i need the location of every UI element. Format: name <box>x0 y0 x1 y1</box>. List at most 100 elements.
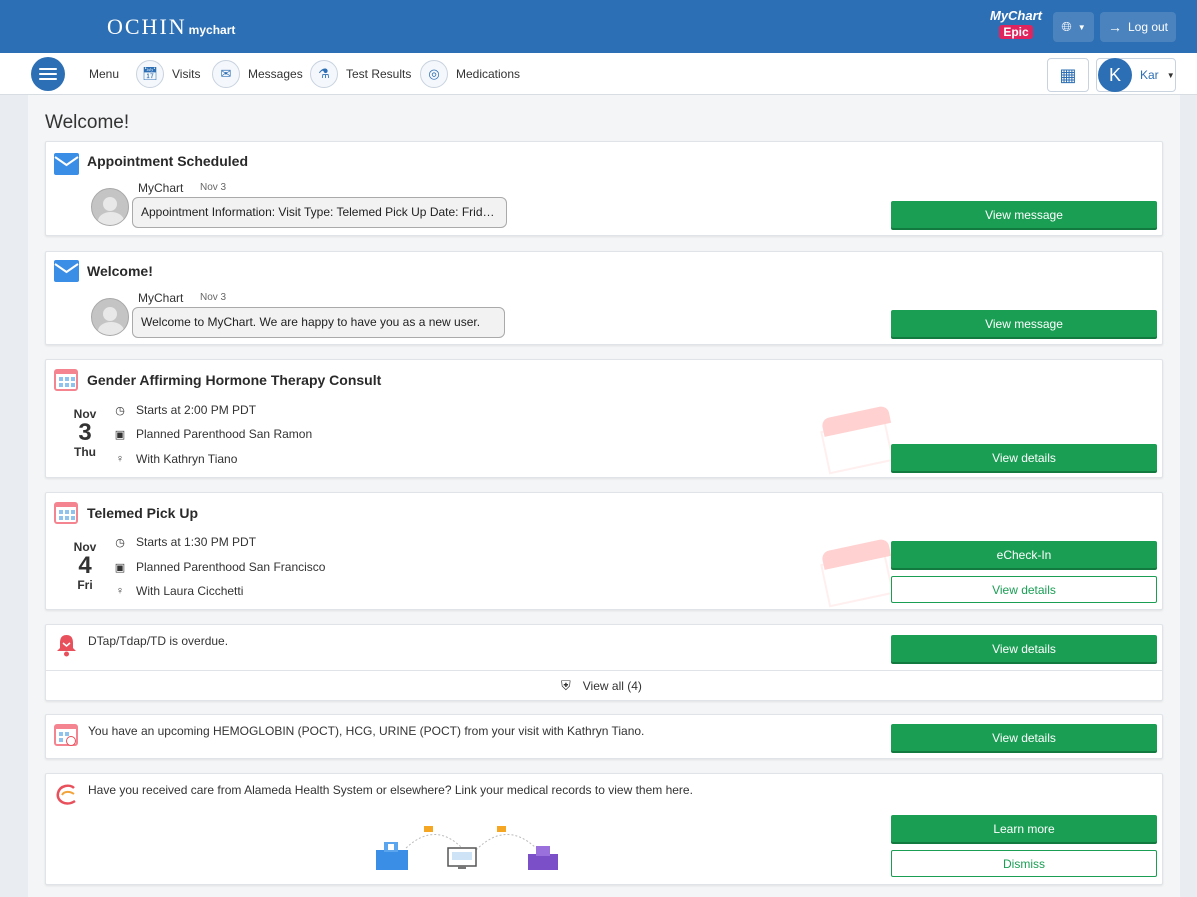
user-menu-button[interactable]: K Kar ▼ <box>1096 58 1176 92</box>
sender-avatar <box>91 188 129 226</box>
view-message-button[interactable]: View message <box>891 201 1157 228</box>
card-title: Gender Affirming Hormone Therapy Consult <box>87 372 382 388</box>
visit-location: ▣ Planned Parenthood San Francisco <box>114 560 326 574</box>
message-date: Nov 3 <box>200 292 227 303</box>
nav-bar: Menu 📅︎ Visits ✉︎ Messages ⚗︎ Test Resul… <box>0 53 1197 95</box>
view-all-label: View all (4) <box>582 679 642 693</box>
menu-label: Menu <box>89 67 120 81</box>
nav-messages[interactable]: ✉︎ Messages <box>212 59 303 89</box>
visit-provider-text: With Kathryn Tiano <box>136 452 238 466</box>
visit-time: ◷ Starts at 1:30 PM PDT <box>114 535 256 549</box>
visit-time: ◷ Starts at 2:00 PM PDT <box>114 403 256 417</box>
pill-icon: ◎ <box>420 60 448 88</box>
nav-medications[interactable]: ◎ Medications <box>420 59 520 89</box>
menu-button[interactable]: Menu <box>31 57 120 91</box>
user-avatar: K <box>1098 58 1132 92</box>
calendar-watermark-icon <box>820 405 894 475</box>
visit-provider: ♀︎ With Kathryn Tiano <box>114 452 238 466</box>
logout-icon: → <box>1107 19 1122 35</box>
visit-date: Nov 4 Fri <box>68 540 102 592</box>
nav-visits-label: Visits <box>172 67 201 81</box>
view-details-button[interactable]: View details <box>891 724 1157 751</box>
user-name: Kar <box>1140 68 1159 82</box>
nav-medications-label: Medications <box>456 67 521 81</box>
echeck-in-button[interactable]: eCheck-In <box>891 541 1157 568</box>
visit-location-text: Planned Parenthood San Ramon <box>136 427 313 441</box>
nav-visits[interactable]: 📅︎ Visits <box>136 59 200 89</box>
building-icon: ▣ <box>114 428 126 441</box>
upcoming-test-text: You have an upcoming HEMOGLOBIN (POCT), … <box>88 724 645 738</box>
person-icon: ♀︎ <box>115 453 125 465</box>
card-title: Appointment Scheduled <box>87 153 248 169</box>
visit-weekday: Fri <box>77 578 93 592</box>
upcoming-test-card: You have an upcoming HEMOGLOBIN (POCT), … <box>45 714 1163 759</box>
message-preview[interactable]: Welcome to MyChart. We are happy to have… <box>132 307 505 338</box>
sender-name: MyChart <box>138 291 184 305</box>
message-preview[interactable]: Appointment Information: Visit Type: Tel… <box>132 197 507 228</box>
flask-icon: ⚗︎ <box>310 60 338 88</box>
visit-provider: ♀︎ With Laura Cicchetti <box>114 584 244 598</box>
health-reminder-card: DTap/Tdap/TD is overdue. View details ⛨︎… <box>45 624 1163 701</box>
visit-day: 3 <box>78 419 92 446</box>
language-button[interactable]: 🌐︎ ▼ <box>1053 12 1094 42</box>
hamburger-icon <box>31 57 65 91</box>
message-date: Nov 3 <box>200 182 227 193</box>
envelope-icon <box>54 260 79 282</box>
visit-provider-text: With Laura Cicchetti <box>136 584 244 598</box>
view-details-button[interactable]: View details <box>891 576 1157 603</box>
nav-test-results-label: Test Results <box>346 67 412 81</box>
nav-messages-label: Messages <box>248 67 303 81</box>
dismiss-button[interactable]: Dismiss <box>891 850 1157 877</box>
overdue-text: DTap/Tdap/TD is overdue. <box>88 634 229 648</box>
visit-weekday: Thu <box>74 445 96 459</box>
message-card-appointment: Appointment Scheduled MyChart Nov 3 Appo… <box>45 141 1163 236</box>
calendar-icon <box>54 502 78 524</box>
visit-location: ▣ Planned Parenthood San Ramon <box>114 427 312 441</box>
visit-time-text: Starts at 2:00 PM PDT <box>136 403 257 417</box>
qr-code-icon: ▦ <box>1059 64 1077 85</box>
link-records-text: Have you received care from Alameda Heal… <box>88 783 693 797</box>
visit-location-text: Planned Parenthood San Francisco <box>136 560 326 574</box>
calendar-icon: 📅︎ <box>136 60 164 88</box>
clock-icon: ◷ <box>115 404 125 417</box>
page-title: Welcome! <box>45 112 130 133</box>
view-details-button[interactable]: View details <box>891 635 1157 662</box>
visit-date: Nov 3 Thu <box>68 407 102 459</box>
building-icon: ▣ <box>114 561 126 574</box>
card-title: Welcome! <box>87 263 153 279</box>
view-details-button[interactable]: View details <box>891 444 1157 471</box>
bell-icon <box>54 633 79 657</box>
link-records-card: Have you received care from Alameda Heal… <box>45 773 1163 885</box>
logout-button[interactable]: → Log out <box>1100 12 1176 42</box>
linked-facilities-illustration <box>366 820 571 872</box>
divider <box>46 670 1162 671</box>
calendar-clock-icon <box>54 724 78 746</box>
chevron-down-icon: ▼ <box>1077 22 1086 32</box>
sender-avatar <box>91 298 129 336</box>
epic-care-everywhere-icon <box>54 783 79 805</box>
mychart-epic-logo: MyChart Epic <box>989 8 1042 39</box>
nav-test-results[interactable]: ⚗︎ Test Results <box>310 59 411 89</box>
visit-card-telemed: Telemed Pick Up Nov 4 Fri ◷ Starts at 1:… <box>45 492 1163 610</box>
top-bar: OCHIN mychart MyChart Epic 🌐︎ ▼ → Log out <box>0 0 1197 53</box>
visit-day: 4 <box>78 552 92 579</box>
calendar-icon <box>54 369 78 391</box>
envelope-icon <box>54 153 79 175</box>
sender-name: MyChart <box>138 181 184 195</box>
ochin-logo[interactable]: OCHIN mychart <box>107 14 235 40</box>
visit-card-gender-affirming: Gender Affirming Hormone Therapy Consult… <box>45 359 1163 478</box>
calendar-watermark-icon <box>820 538 894 608</box>
chevron-down-icon: ▼ <box>1166 70 1175 80</box>
qr-code-button[interactable]: ▦ <box>1047 58 1089 92</box>
logout-label: Log out <box>1127 20 1169 34</box>
globe-icon: 🌐︎ <box>1061 19 1072 34</box>
card-title: Telemed Pick Up <box>87 505 199 521</box>
message-card-welcome: Welcome! MyChart Nov 3 Welcome to MyChar… <box>45 251 1163 345</box>
view-message-button[interactable]: View message <box>891 310 1157 337</box>
visit-time-text: Starts at 1:30 PM PDT <box>136 535 257 549</box>
learn-more-button[interactable]: Learn more <box>891 815 1157 842</box>
person-icon: ♀︎ <box>115 585 125 597</box>
clock-icon: ◷ <box>115 536 125 549</box>
shield-heart-icon: ⛨︎ <box>561 678 571 693</box>
view-all-link[interactable]: ⛨︎ View all (4) <box>561 678 642 694</box>
